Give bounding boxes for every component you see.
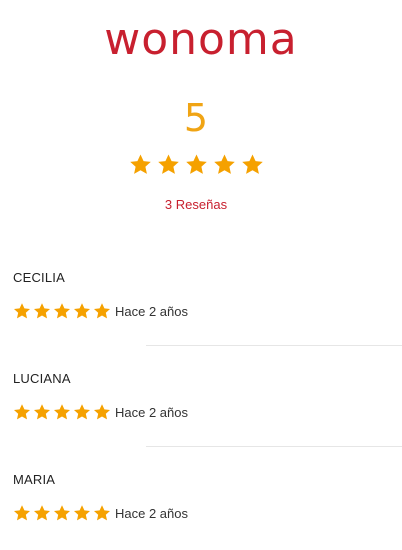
star-icon: [93, 505, 111, 521]
review-item: CECILIA Hace 2 años: [13, 270, 402, 320]
reviewer-name: MARIA: [13, 472, 56, 487]
star-icon: [73, 404, 91, 420]
reviewer-name: LUCIANA: [13, 371, 71, 386]
star-icon: [73, 505, 91, 521]
star-icon: [213, 154, 235, 174]
star-icon: [185, 154, 207, 174]
review-divider: [146, 446, 402, 447]
reviewer-name: CECILIA: [13, 270, 65, 285]
review-date: Hace 2 años: [115, 505, 188, 521]
star-icon: [13, 404, 31, 420]
star-icon: [33, 505, 51, 521]
star-icon: [13, 303, 31, 319]
review-item: MARIA Hace 2 años: [13, 472, 402, 522]
review-divider: [146, 345, 402, 346]
star-icon: [53, 404, 71, 420]
review-rating: Hace 2 años: [13, 302, 402, 320]
star-icon: [13, 505, 31, 521]
review-item: LUCIANA Hace 2 años: [13, 371, 402, 421]
star-icon: [53, 303, 71, 319]
review-rating: Hace 2 años: [13, 504, 402, 522]
star-icon: [157, 154, 179, 174]
star-icon: [33, 404, 51, 420]
star-icon: [33, 303, 51, 319]
average-rating-score: 5: [183, 96, 209, 140]
review-rating: Hace 2 años: [13, 403, 402, 421]
average-rating-stars: [0, 153, 392, 176]
star-icon: [73, 303, 91, 319]
review-date: Hace 2 años: [115, 404, 188, 420]
star-icon: [93, 404, 111, 420]
star-icon: [93, 303, 111, 319]
star-icon: [241, 154, 263, 174]
brand-logo: wonoma: [104, 14, 298, 65]
review-count-link[interactable]: 3 Reseñas: [0, 197, 392, 212]
review-date: Hace 2 años: [115, 303, 188, 319]
star-icon: [129, 154, 151, 174]
star-icon: [53, 505, 71, 521]
